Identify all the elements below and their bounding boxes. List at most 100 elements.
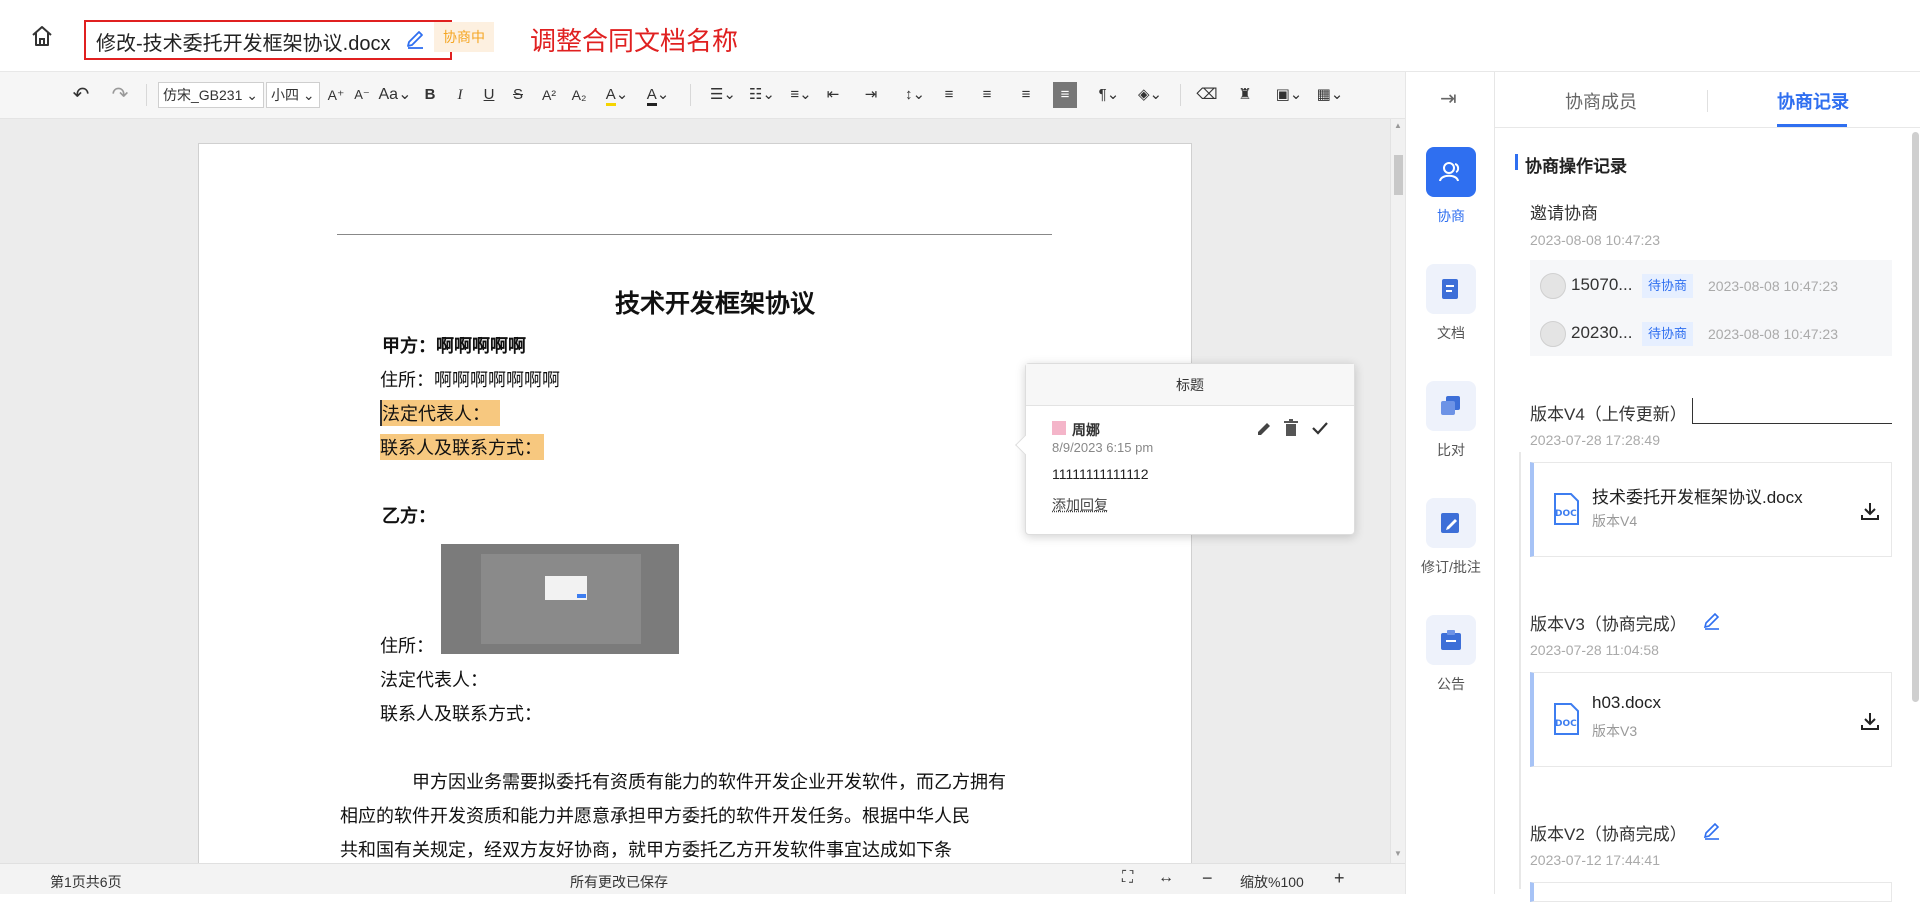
nav-compare-button[interactable]: [1426, 381, 1476, 431]
version-file-name: h03.docx: [1592, 693, 1661, 712]
toolbar-divider: [146, 84, 147, 106]
underline-button[interactable]: U: [479, 82, 499, 108]
resolve-comment-icon[interactable]: [1311, 419, 1329, 437]
party-b-legal-rep[interactable]: 法定代表人：: [380, 666, 488, 692]
party-b-contact[interactable]: 联系人及联系方式：: [380, 700, 542, 726]
italic-button[interactable]: I: [450, 82, 470, 108]
panel-scrollbar[interactable]: [1912, 132, 1919, 702]
case-label: Aa: [378, 86, 399, 103]
nav-revise-button[interactable]: [1426, 498, 1476, 548]
version-v3-title: 版本V3（协商完成）: [1530, 615, 1687, 634]
fill-color-icon[interactable]: ◈⌄: [1133, 82, 1167, 108]
tab-members[interactable]: 协商成员: [1565, 88, 1637, 114]
party-a-address[interactable]: 住所：啊啊啊啊啊啊啊: [380, 366, 560, 392]
multilevel-list-icon[interactable]: ≡⌄: [784, 82, 818, 108]
party-a-contact[interactable]: 联系人及联系方式：: [380, 434, 544, 460]
party-a-legal-rep[interactable]: 法定代表人：: [380, 400, 500, 426]
align-right-icon[interactable]: ≡: [1015, 82, 1037, 108]
party-b-address[interactable]: 住所：: [380, 632, 434, 658]
bold-button[interactable]: B: [420, 82, 440, 108]
edit-comment-icon[interactable]: [1256, 419, 1274, 437]
undo-icon[interactable]: ↶: [68, 82, 94, 108]
svg-text:DOC: DOC: [1555, 719, 1577, 729]
version-title-input[interactable]: [1692, 398, 1892, 424]
nav-document-button[interactable]: [1426, 264, 1476, 314]
highlight-color-button[interactable]: A⌄: [600, 82, 634, 108]
increase-font-button[interactable]: A⁺: [326, 82, 346, 108]
party-a-line[interactable]: 甲方：啊啊啊啊啊: [382, 332, 526, 358]
invite-title: 邀请协商: [1530, 204, 1598, 223]
nav-revise-label: 修订/批注: [1421, 559, 1481, 575]
annotation-text: 调整合同文档名称: [530, 26, 739, 56]
document-heading[interactable]: 技术开发框架协议: [615, 284, 815, 320]
download-icon[interactable]: [1860, 501, 1880, 521]
comment-text: 11111111111112: [1052, 466, 1149, 482]
format-painter-icon[interactable]: ♜: [1234, 82, 1256, 108]
member-status-badge: 待协商: [1642, 274, 1694, 298]
version-v4-title: 版本V4（上传更新）: [1530, 405, 1687, 424]
font-size-value: 小四: [271, 87, 299, 103]
fit-page-icon[interactable]: ⛶: [1122, 869, 1133, 887]
edit-title-icon[interactable]: [405, 27, 425, 49]
scroll-down-arrow-icon[interactable]: ▼: [1394, 849, 1402, 858]
decrease-font-button[interactable]: A⁻: [352, 82, 372, 108]
line-spacing-icon[interactable]: ↕⌄: [898, 82, 932, 108]
nav-compare-label: 比对: [1437, 442, 1465, 458]
bullet-list-icon[interactable]: ☰⌄: [706, 82, 740, 108]
body-line-1[interactable]: 甲方因业务需要拟委托有资质有能力的软件开发企业开发软件，而乙方拥有: [376, 768, 1006, 794]
numbered-list-icon[interactable]: ☷⌄: [745, 82, 779, 108]
download-icon[interactable]: [1860, 711, 1880, 731]
zoom-in-icon[interactable]: +: [1334, 868, 1345, 889]
editor-toolbar: ↶ ↷ 仿宋_GB231 ⌄ 小四 ⌄ A⁺ A⁻ Aa⌄ B I U S A²…: [0, 72, 1405, 119]
add-reply-link[interactable]: 添加回复: [1052, 495, 1108, 515]
tab-records[interactable]: 协商记录: [1777, 88, 1849, 114]
align-center-icon[interactable]: ≡: [976, 82, 998, 108]
nav-notice-button[interactable]: [1426, 615, 1476, 665]
font-color-button[interactable]: A⌄: [641, 82, 675, 108]
outdent-icon[interactable]: ⇤: [822, 82, 844, 108]
nav-document-label: 文档: [1437, 325, 1465, 341]
revise-icon: [1441, 513, 1459, 533]
fit-width-icon[interactable]: ↔: [1158, 869, 1174, 887]
insert-table-icon[interactable]: ▦⌄: [1312, 82, 1348, 108]
body-line-3[interactable]: 共和国有关规定，经双方友好协商，就甲方委托乙方开发软件事宜达成如下条: [340, 836, 952, 862]
nav-negotiate-button[interactable]: [1426, 147, 1476, 197]
section-title: 协商操作记录: [1525, 157, 1627, 176]
edit-version-icon[interactable]: [1703, 610, 1721, 630]
party-b-label[interactable]: 乙方：: [382, 502, 436, 528]
edit-version-icon[interactable]: [1703, 820, 1721, 840]
section-marker: [1515, 154, 1518, 170]
side-nav: ⇥ 协商 文档 比对 修订/批注 公告: [1405, 72, 1495, 894]
insert-image-icon[interactable]: ▣⌄: [1272, 82, 1306, 108]
indent-icon[interactable]: ⇥: [860, 82, 882, 108]
version-file-name: 技术委托开发框架协议.docx: [1592, 488, 1803, 507]
embedded-screenshot-image[interactable]: [441, 544, 679, 654]
document-title[interactable]: 修改-技术委托开发框架协议.docx: [96, 27, 390, 56]
clear-format-icon[interactable]: ⌫: [1196, 82, 1218, 108]
font-family-select[interactable]: 仿宋_GB231 ⌄: [158, 82, 264, 108]
timeline-line: [1519, 452, 1521, 677]
strikethrough-button[interactable]: S: [508, 82, 528, 108]
body-line-2[interactable]: 相应的软件开发资质和能力并愿意承担甲方委托的软件开发任务。根据中华人民: [340, 802, 970, 828]
version-v4-file-card[interactable]: DOC 技术委托开发框架协议.docx 版本V4: [1530, 462, 1892, 557]
subscript-button[interactable]: A₂: [568, 82, 590, 108]
align-left-icon[interactable]: ≡: [938, 82, 960, 108]
delete-comment-icon[interactable]: [1283, 419, 1299, 437]
change-case-button[interactable]: Aa⌄: [378, 82, 412, 108]
redo-icon[interactable]: ↷: [107, 82, 133, 108]
version-v2-file-card[interactable]: [1530, 882, 1892, 902]
scrollbar-thumb[interactable]: [1394, 155, 1403, 195]
zoom-out-icon[interactable]: −: [1202, 868, 1213, 889]
version-v3-file-card[interactable]: DOC h03.docx 版本V3: [1530, 672, 1892, 767]
editor-scrollbar[interactable]: ▲ ▼: [1390, 119, 1405, 863]
collapse-panel-icon[interactable]: ⇥: [1440, 86, 1457, 111]
scroll-up-arrow-icon[interactable]: ▲: [1394, 121, 1402, 130]
member-status-badge: 待协商: [1642, 322, 1694, 346]
member-time: 2023-08-08 10:47:23: [1708, 278, 1838, 294]
home-icon[interactable]: [30, 24, 54, 48]
font-size-select[interactable]: 小四 ⌄: [266, 82, 320, 108]
align-justify-icon[interactable]: ≡: [1053, 82, 1077, 108]
superscript-button[interactable]: A²: [538, 82, 560, 108]
paragraph-mark-button[interactable]: ¶⌄: [1094, 82, 1124, 108]
nav-notice-label: 公告: [1437, 676, 1465, 692]
